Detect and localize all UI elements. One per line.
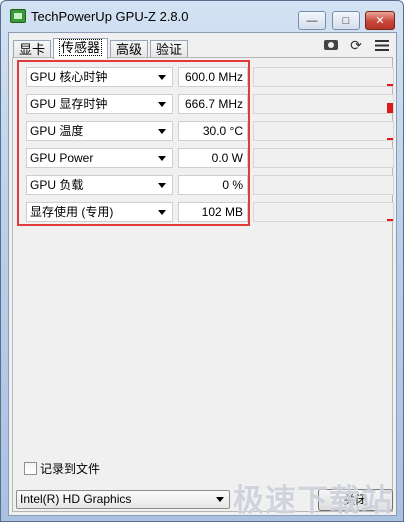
graph-bar — [387, 138, 393, 140]
sensors-panel: GPU 核心时钟 600.0 MHz GPU 显存时钟 666.7 MHz GP… — [12, 57, 396, 512]
sensor-name-dropdown[interactable]: GPU 负载 — [26, 175, 173, 195]
sensor-name: GPU 负载 — [30, 178, 84, 192]
gpu-z-logo-icon — [10, 9, 26, 23]
sensor-row: GPU 温度 30.0 °C — [26, 121, 396, 141]
title-bar[interactable]: TechPowerUp GPU-Z 2.8.0 — □ ✕ — [1, 1, 403, 31]
sensor-graph — [253, 175, 394, 195]
tab-label: 显卡 — [19, 42, 46, 57]
sensor-graph — [253, 121, 394, 141]
sensor-value: 102 MB — [178, 202, 248, 222]
tab-sensors[interactable]: 传感器 — [53, 38, 109, 59]
graph-bar — [387, 103, 393, 113]
sensor-value: 0 % — [178, 175, 248, 195]
gpu-select-value: Intel(R) HD Graphics — [20, 492, 132, 506]
watermark-text: 极速下载站 — [233, 483, 393, 518]
log-to-file-row: 记录到文件 — [24, 460, 100, 477]
sensor-name-dropdown[interactable]: GPU 显存时钟 — [26, 94, 173, 114]
close-window-button[interactable]: ✕ — [365, 11, 395, 30]
sensor-name: 显存使用 (专用) — [30, 205, 114, 219]
sensor-graph — [253, 202, 394, 222]
sensor-name: GPU 显存时钟 — [30, 97, 108, 111]
sensor-row: GPU 负载 0 % — [26, 175, 396, 195]
sensor-row: GPU 核心时钟 600.0 MHz — [26, 67, 396, 87]
sensor-row: 显存使用 (专用) 102 MB — [26, 202, 396, 222]
log-to-file-checkbox[interactable] — [24, 462, 37, 475]
chevron-down-icon — [158, 75, 166, 80]
sensor-value: 0.0 W — [178, 148, 248, 168]
sensor-graph — [253, 94, 394, 114]
sensor-name: GPU Power — [30, 151, 94, 165]
sensor-row: GPU 显存时钟 666.7 MHz — [26, 94, 396, 114]
chevron-down-icon — [158, 183, 166, 188]
chevron-down-icon — [158, 129, 166, 134]
tab-label: 传感器 — [59, 39, 103, 56]
sensor-graph — [253, 67, 394, 87]
tab-label: 高级 — [116, 42, 143, 57]
sensor-row: GPU Power 0.0 W — [26, 148, 396, 168]
gpu-select-dropdown[interactable]: Intel(R) HD Graphics — [16, 490, 230, 509]
app-window: TechPowerUp GPU-Z 2.8.0 — □ ✕ 显卡 传感器 高级 … — [0, 0, 404, 522]
window-title: TechPowerUp GPU-Z 2.8.0 — [31, 9, 189, 24]
graph-bar — [387, 219, 393, 221]
sensor-value: 600.0 MHz — [178, 67, 248, 87]
sensor-name-dropdown[interactable]: 显存使用 (专用) — [26, 202, 173, 222]
sensor-graph — [253, 148, 394, 168]
tab-bar: 显卡 传感器 高级 验证 — [13, 38, 190, 59]
sensor-name: GPU 温度 — [30, 124, 84, 138]
chevron-down-icon — [158, 102, 166, 107]
refresh-icon[interactable]: ⟳ — [347, 37, 365, 53]
chevron-down-icon — [216, 497, 224, 502]
client-area: 显卡 传感器 高级 验证 ⟳ GPU 核心时钟 600.0 MHz GPU 显存… — [8, 32, 397, 516]
tab-label: 验证 — [156, 42, 183, 57]
sensor-value: 30.0 °C — [178, 121, 248, 141]
maximize-button[interactable]: □ — [332, 11, 360, 30]
sensor-name-dropdown[interactable]: GPU 核心时钟 — [26, 67, 173, 87]
sensor-value: 666.7 MHz — [178, 94, 248, 114]
chevron-down-icon — [158, 156, 166, 161]
log-to-file-label: 记录到文件 — [40, 462, 101, 476]
graph-bar — [387, 84, 393, 86]
camera-icon[interactable] — [322, 37, 340, 53]
chevron-down-icon — [158, 210, 166, 215]
sensor-name-dropdown[interactable]: GPU Power — [26, 148, 173, 168]
menu-icon[interactable] — [373, 37, 391, 53]
minimize-button[interactable]: — — [298, 11, 326, 30]
sensor-name-dropdown[interactable]: GPU 温度 — [26, 121, 173, 141]
sensor-name: GPU 核心时钟 — [30, 70, 108, 84]
